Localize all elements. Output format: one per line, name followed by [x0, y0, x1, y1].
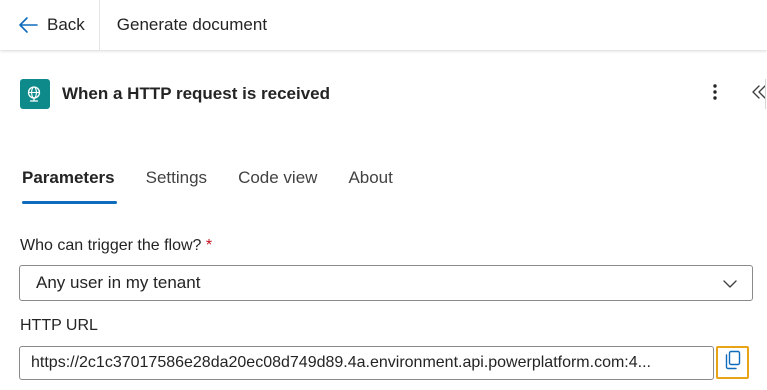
collapse-panel-button[interactable] — [747, 79, 767, 109]
who-can-trigger-dropdown[interactable]: Any user in my tenant — [19, 265, 753, 301]
tab-about[interactable]: About — [346, 160, 394, 204]
who-can-trigger-label-text: Who can trigger the flow? — [20, 237, 202, 254]
arrow-left-icon — [18, 16, 38, 34]
back-button[interactable]: Back — [0, 0, 100, 50]
page: Back Generate document When a HTTP reque… — [0, 0, 767, 390]
copy-icon — [724, 350, 742, 375]
dropdown-selected-value: Any user in my tenant — [36, 273, 201, 292]
copy-url-button[interactable] — [716, 346, 749, 379]
top-command-bar: Back Generate document — [0, 0, 767, 50]
http-url-value: https://2c1c37017586e28da20ec08d749d89.4… — [31, 354, 651, 371]
page-title: Generate document — [116, 15, 268, 34]
globe-icon — [20, 79, 50, 109]
tab-settings[interactable]: Settings — [144, 160, 209, 204]
more-options-button[interactable] — [703, 79, 727, 109]
http-url-field[interactable]: https://2c1c37017586e28da20ec08d749d89.4… — [19, 346, 714, 380]
tab-code-view[interactable]: Code view — [236, 160, 319, 204]
http-url-label: HTTP URL — [20, 317, 98, 334]
divider — [765, 79, 766, 109]
required-marker: * — [205, 237, 213, 254]
chevron-down-icon — [722, 277, 738, 295]
more-vertical-icon — [712, 83, 718, 106]
who-can-trigger-label: Who can trigger the flow? * — [20, 237, 212, 255]
tab-parameters[interactable]: Parameters — [20, 160, 117, 204]
trigger-title: When a HTTP request is received — [62, 84, 330, 103]
tab-list: Parameters Settings Code view About — [20, 160, 422, 206]
trigger-header: When a HTTP request is received — [20, 79, 767, 109]
back-label: Back — [47, 15, 85, 34]
